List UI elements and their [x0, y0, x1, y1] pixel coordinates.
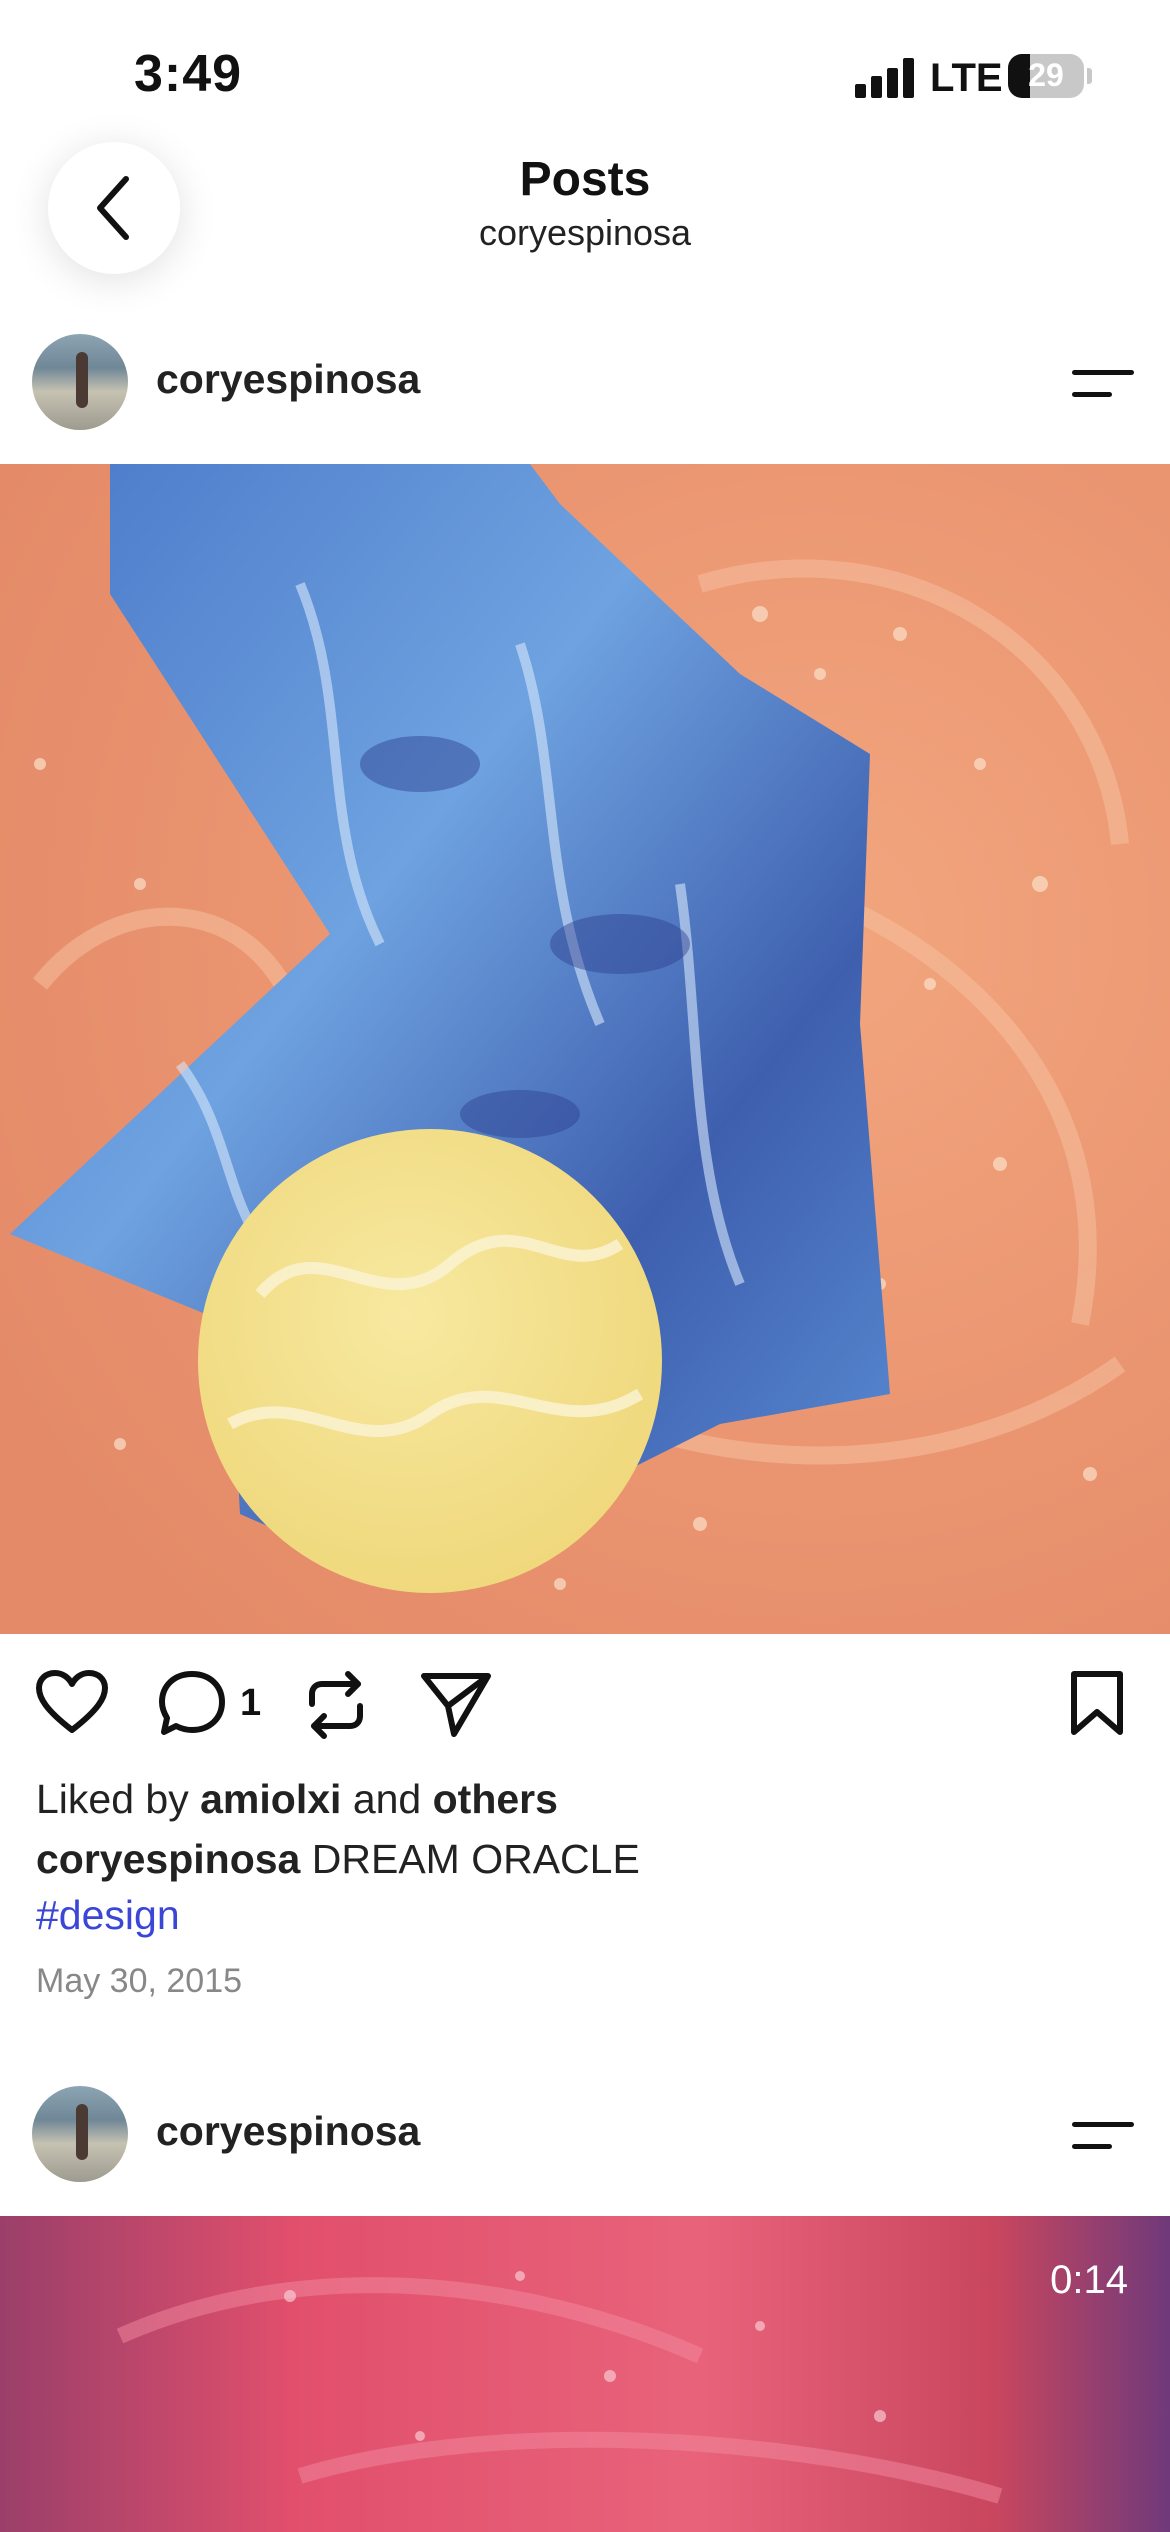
video-duration: 0:14 — [1050, 2258, 1128, 2302]
menu-icon[interactable] — [1072, 366, 1134, 400]
avatar[interactable] — [32, 2086, 128, 2182]
caption-text: DREAM ORACLE — [311, 1836, 640, 1882]
page-subtitle: coryespinosa — [478, 212, 692, 253]
comment-count[interactable]: 1 — [240, 1682, 261, 1725]
post-image[interactable] — [0, 464, 1170, 1634]
comment-icon[interactable] — [158, 1670, 226, 1736]
liked-by-prefix: Liked by — [36, 1776, 189, 1822]
caption-username[interactable]: coryespinosa — [36, 1836, 300, 1882]
battery-icon: 29 — [1008, 54, 1084, 98]
video-thumbnail — [0, 2216, 1170, 2532]
post-header: coryespinosa — [0, 318, 1170, 448]
status-bar: 3:49 LTE 29 — [0, 0, 1170, 140]
liked-by-and: and — [352, 1776, 422, 1822]
battery-tip — [1087, 68, 1092, 84]
network-label: LTE — [930, 56, 1003, 100]
repost-icon[interactable] — [304, 1670, 368, 1740]
post-username[interactable]: coryespinosa — [156, 2108, 420, 2155]
share-icon[interactable] — [420, 1670, 492, 1738]
post-date: May 30, 2015 — [36, 1962, 243, 2000]
post-header: coryespinosa — [0, 2070, 1170, 2200]
post-actions: 1 — [0, 1634, 1170, 1764]
page-title: Posts — [519, 153, 651, 206]
bookmark-icon[interactable] — [1068, 1670, 1126, 1738]
hashtag-link[interactable]: #design — [36, 1892, 180, 1939]
avatar[interactable] — [32, 334, 128, 430]
menu-icon[interactable] — [1072, 2118, 1134, 2152]
post-caption: coryespinosa DREAM ORACLE — [36, 1836, 640, 1883]
post-username[interactable]: coryespinosa — [156, 356, 420, 403]
liked-by-others[interactable]: others — [433, 1776, 558, 1822]
heart-icon[interactable] — [36, 1670, 108, 1736]
post-artwork — [0, 464, 1170, 1634]
battery-level: 29 — [1028, 57, 1064, 93]
status-time: 3:49 — [134, 45, 243, 103]
post-video[interactable]: 0:14 — [0, 2216, 1170, 2532]
signal-icon — [855, 58, 917, 98]
likes-summary[interactable]: Liked by amiolxi and others — [36, 1776, 558, 1823]
liked-by-user[interactable]: amiolxi — [200, 1776, 341, 1822]
